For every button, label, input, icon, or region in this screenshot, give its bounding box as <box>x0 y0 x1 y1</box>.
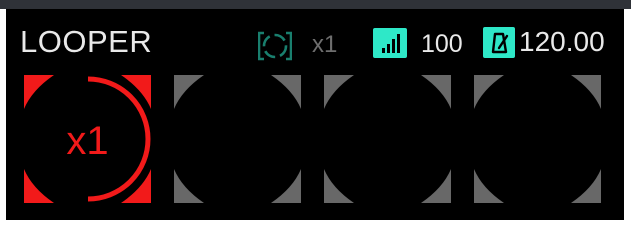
looper-screen: LOOPER x1 100 120.00 x1 <box>6 9 624 220</box>
metronome-icon <box>483 27 515 58</box>
tempo-value: 120.00 <box>519 26 605 57</box>
signal-level-icon <box>373 28 407 58</box>
loop-slot-2[interactable] <box>174 75 301 203</box>
loop-slot-3[interactable] <box>324 75 451 203</box>
looper-header: LOOPER x1 100 120.00 <box>6 9 624 71</box>
loop-slot-4[interactable] <box>474 75 601 203</box>
window-top-bar <box>0 0 631 9</box>
slot-multiplier-label: x1 <box>66 119 109 163</box>
loop-multiplier: x1 <box>312 31 338 58</box>
signal-level-value: 100 <box>421 30 463 58</box>
loop-slot-1[interactable]: x1 <box>24 75 151 203</box>
slot-empty-frame <box>474 75 601 203</box>
loop-cycle-icon <box>258 31 292 61</box>
page-title: LOOPER <box>20 24 153 59</box>
slot-empty-frame <box>324 75 451 203</box>
slot-empty-frame <box>174 75 301 203</box>
